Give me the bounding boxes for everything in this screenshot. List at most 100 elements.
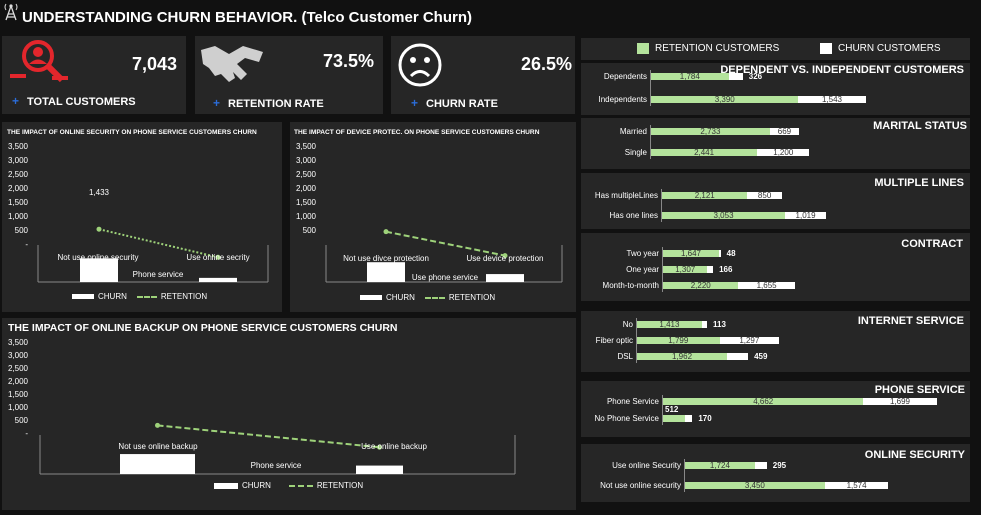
sad-face-icon bbox=[397, 42, 443, 93]
kpi-label-text: TOTAL CUSTOMERS bbox=[27, 96, 136, 108]
retention-value-label: 1,799 bbox=[668, 336, 689, 345]
retention-value-label: 3,450 bbox=[744, 481, 765, 490]
churn-value-label: 48 bbox=[726, 249, 736, 258]
legend-retention-label: RETENTION CUSTOMERS bbox=[655, 43, 780, 54]
kpi-label-text: CHURN RATE bbox=[426, 98, 498, 110]
retention-value-label: 2,733 bbox=[700, 127, 721, 136]
customer-search-icon bbox=[8, 38, 70, 91]
churn-value-label: 295 bbox=[772, 461, 787, 470]
kpi-retention-rate: 73.5% + RETENTION RATE bbox=[195, 36, 383, 114]
legend-churn-label: CHURN CUSTOMERS bbox=[838, 43, 941, 54]
legend-churn-swatch bbox=[360, 295, 382, 300]
retention-value-label: 2,441 bbox=[694, 148, 715, 157]
retention-value-label: 1,962 bbox=[672, 352, 693, 361]
churn-bar bbox=[728, 73, 743, 80]
retention-bar: 2,733 bbox=[651, 127, 770, 136]
churn-bar: 1,699 bbox=[863, 397, 937, 406]
panel-internet-service: INTERNET SERVICE No 1,413 113 Fiber optic 1,… bbox=[581, 311, 970, 372]
x-axis-title: Use phone service bbox=[411, 273, 479, 282]
churn-value-label: 1,297 bbox=[739, 336, 760, 345]
plus-icon: + bbox=[12, 94, 20, 108]
retention-point bbox=[96, 226, 102, 232]
category-label: Not use divce protection bbox=[343, 254, 429, 263]
category-label: One year bbox=[626, 265, 659, 274]
churn-bar: 1,019 bbox=[785, 211, 827, 220]
retention-bar: 1,799 bbox=[637, 336, 720, 345]
panel-dependents: DEPENDENT VS. INDEPENDENT CUSTOMERS Depe… bbox=[581, 63, 970, 115]
category-label: DSL bbox=[617, 352, 633, 361]
churn-value-label: 170 bbox=[698, 414, 712, 423]
category-label: Not use online security bbox=[600, 481, 681, 490]
legend-retention-label: RETENTION bbox=[160, 292, 208, 301]
chart-legend: CHURN RETENTION bbox=[360, 293, 495, 302]
category-label: No bbox=[622, 320, 633, 329]
retention-value-label: 2,121 bbox=[694, 191, 715, 200]
legend-churn-swatch bbox=[214, 482, 238, 489]
category-label: No Phone Service bbox=[594, 414, 659, 423]
total-customers-value: 7,043 bbox=[132, 54, 178, 74]
retention-value-label: 4,662 bbox=[753, 397, 774, 406]
retention-value-label: 1,413 bbox=[659, 320, 680, 329]
category-label: Phone Service bbox=[606, 397, 659, 406]
panel-contract: CONTRACT Two year 1,647 48 One year 1,307 166… bbox=[581, 233, 970, 301]
retention-value-label: 1,784 bbox=[679, 72, 700, 81]
kpi-label-text: RETENTION RATE bbox=[228, 98, 324, 110]
category-label: Has multipleLines bbox=[594, 191, 658, 200]
churn-bar: 1,297 bbox=[719, 336, 780, 345]
category-label: Dependents bbox=[603, 72, 647, 81]
retention-value-label: 3,390 bbox=[714, 95, 735, 104]
legend-churn-swatch bbox=[820, 43, 832, 54]
churn-bar bbox=[120, 454, 195, 474]
retention-bar: 1,307 bbox=[663, 265, 708, 274]
legend-retention-swatch bbox=[637, 43, 649, 54]
churn-value-label: 1,019 bbox=[795, 211, 816, 220]
category-label: Use online secrity bbox=[186, 253, 250, 262]
churn-bar bbox=[701, 321, 708, 328]
x-axis-title: Phone service bbox=[250, 461, 302, 470]
churn-bar bbox=[754, 462, 767, 469]
kpi-churn-rate: 26.5% + CHURN RATE bbox=[391, 36, 575, 114]
retention-bar: 1,647 bbox=[663, 249, 719, 258]
chart-plot bbox=[325, 229, 563, 283]
category-label: Use device protection bbox=[466, 254, 544, 263]
category-label: Single bbox=[624, 148, 647, 157]
churn-value-label: 850 bbox=[757, 191, 772, 200]
category-label: Not use online backup bbox=[118, 442, 198, 451]
legend-churn-label: CHURN bbox=[386, 293, 415, 302]
retention-value-label: 1,647 bbox=[680, 249, 701, 258]
churn-bar: 1,655 bbox=[738, 281, 795, 290]
legend-churn-swatch bbox=[72, 294, 94, 299]
chart-legend: CHURN RETENTION bbox=[72, 292, 207, 301]
panel-marital-status: MARITAL STATUS Married 2,733 669 Single 2,44… bbox=[581, 118, 970, 169]
retention-value-label: 1,724 bbox=[709, 461, 730, 470]
retention-value-label: 512 bbox=[665, 405, 679, 414]
chart-legend: CHURN RETENTION bbox=[214, 481, 363, 490]
churn-value-label: 1,699 bbox=[889, 397, 910, 406]
panel-phone-service: PHONE SERVICE Phone Service 4,662 1,699 No … bbox=[581, 381, 970, 437]
total-customers-label: + TOTAL CUSTOMERS bbox=[12, 94, 136, 108]
churn-rate-value: 26.5% bbox=[521, 54, 573, 74]
churn-bar: 1,543 bbox=[798, 95, 866, 104]
chart-device-protection: THE IMPACT OF DEVICE PROTEC. ON PHONE SE… bbox=[290, 122, 576, 312]
retention-rate-value: 73.5% bbox=[323, 51, 375, 71]
panel-title: MARITAL STATUS bbox=[873, 120, 967, 132]
panel-title: CONTRACT bbox=[901, 238, 963, 250]
retention-bar: 1,413 bbox=[637, 320, 702, 329]
churn-bar: 669 bbox=[769, 127, 799, 136]
panel-multiple-lines: MULTIPLE LINES Has multipleLines 2,121 850… bbox=[581, 173, 970, 229]
retention-bar: 3,450 bbox=[685, 481, 825, 490]
legend-retention-label: RETENTION bbox=[448, 293, 496, 302]
churn-bar bbox=[727, 353, 749, 360]
retention-bar: 2,441 bbox=[651, 148, 758, 157]
churn-value-label: 1,574 bbox=[846, 481, 867, 490]
retention-value-label: 3,053 bbox=[713, 211, 734, 220]
chart-plot bbox=[37, 226, 269, 283]
chart-online-security: THE IMPACT OF ONLINE SECURITY ON PHONE S… bbox=[2, 122, 282, 312]
panel-title: ONLINE SECURITY bbox=[864, 449, 965, 461]
churn-bar bbox=[718, 250, 721, 257]
panel-title: MULTIPLE LINES bbox=[874, 177, 964, 189]
category-label: Use online Security bbox=[612, 461, 681, 470]
legend-retention-label: RETENTION bbox=[316, 481, 364, 490]
churn-value-label: 1,200 bbox=[773, 148, 794, 157]
x-axis-title: Phone service bbox=[132, 270, 184, 279]
